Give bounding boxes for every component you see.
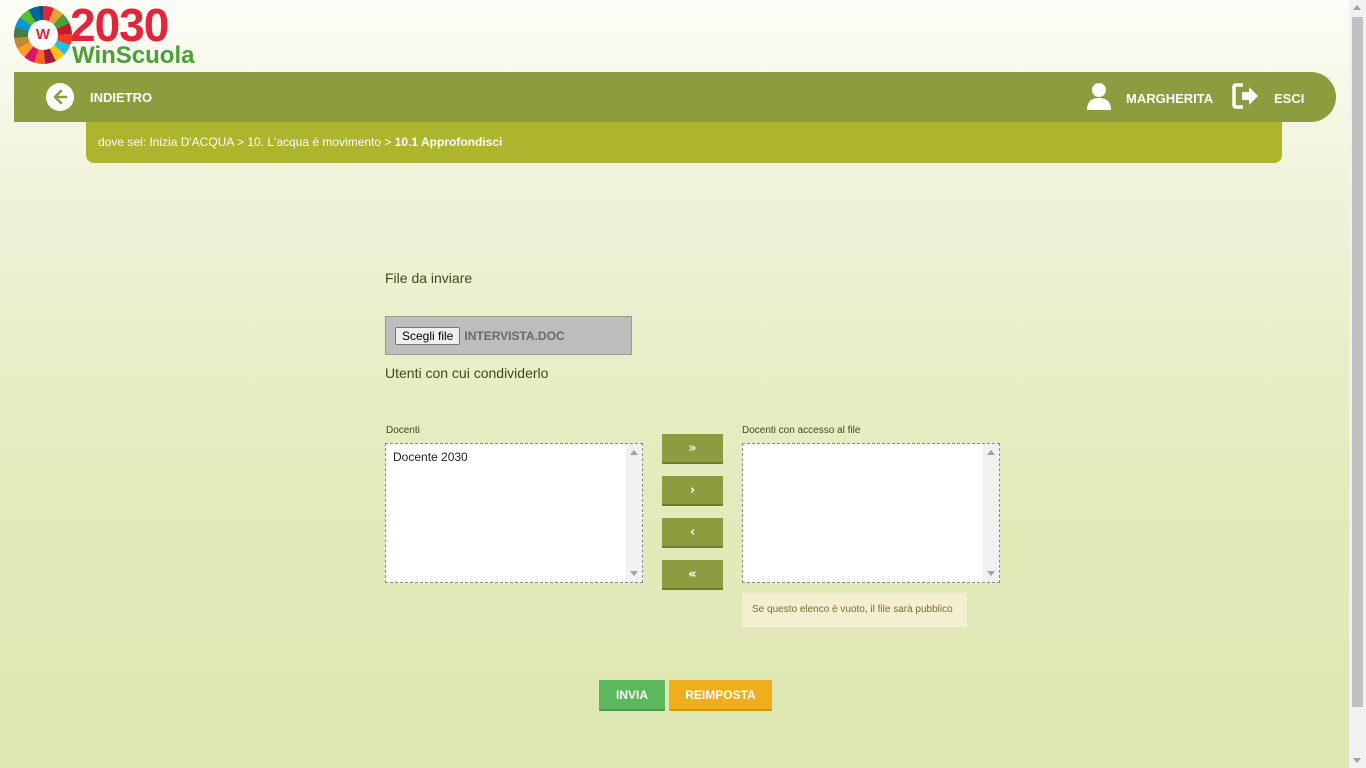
- user-name: MARGHERITA: [1126, 91, 1214, 106]
- file-input[interactable]: Scegli file INTERVISTA.DOC: [385, 316, 632, 355]
- logout-label: ESCI: [1274, 91, 1305, 106]
- list-item[interactable]: Docente 2030: [386, 444, 642, 470]
- back-button[interactable]: INDIETRO: [46, 83, 152, 111]
- right-list-label: Docenti con accesso al file: [742, 425, 861, 436]
- left-list-label: Docenti: [386, 425, 420, 436]
- move-right-button[interactable]: ›: [662, 476, 723, 506]
- scroll-up-icon[interactable]: [1353, 5, 1361, 10]
- breadcrumb-path[interactable]: dove sei: Inizia D'ACQUA > 10. L'acqua è…: [98, 135, 395, 149]
- app-logo[interactable]: W 2030 WinScuola: [14, 0, 194, 69]
- breadcrumb-current: 10.1 Approfondisci: [394, 135, 503, 149]
- move-all-right-button[interactable]: »: [662, 434, 723, 464]
- share-label: Utenti con cui condividerlo: [385, 365, 549, 381]
- page-scrollbar[interactable]: [1349, 0, 1366, 768]
- back-label: INDIETRO: [90, 89, 153, 105]
- logo-badge: W: [28, 20, 58, 50]
- logo-name: WinScuola: [72, 42, 195, 69]
- user-menu[interactable]: MARGHERITA: [1086, 82, 1213, 115]
- scrollbar-thumb[interactable]: [1352, 17, 1363, 707]
- logout-button[interactable]: ESCI: [1232, 83, 1304, 114]
- scroll-down-icon[interactable]: [1353, 758, 1361, 763]
- sign-out-icon: [1232, 83, 1260, 114]
- arrow-left-circle-icon: [46, 83, 74, 111]
- file-label: File da inviare: [385, 270, 473, 286]
- reset-button[interactable]: REIMPOSTA: [669, 680, 772, 711]
- submit-button[interactable]: INVIA: [599, 680, 665, 711]
- move-left-button[interactable]: ‹: [662, 518, 723, 548]
- top-nav-bar: INDIETRO MARGHERITA ESCI: [14, 72, 1336, 122]
- listbox-scrollbar[interactable]: [983, 444, 999, 582]
- user-icon: [1086, 82, 1112, 115]
- breadcrumb: dove sei: Inizia D'ACQUA > 10. L'acqua è…: [86, 122, 1282, 163]
- sdg-wheel-icon: W: [14, 6, 72, 64]
- docenti-listbox[interactable]: Docente 2030: [385, 443, 643, 583]
- choose-file-button[interactable]: Scegli file: [395, 326, 461, 345]
- move-all-left-button[interactable]: «: [662, 560, 723, 590]
- listbox-scrollbar[interactable]: [626, 444, 642, 582]
- access-listbox[interactable]: [742, 443, 1000, 583]
- selected-file-name: INTERVISTA.DOC: [464, 328, 565, 343]
- empty-list-note: Se questo elenco è vuoto, il file sarà p…: [742, 593, 967, 627]
